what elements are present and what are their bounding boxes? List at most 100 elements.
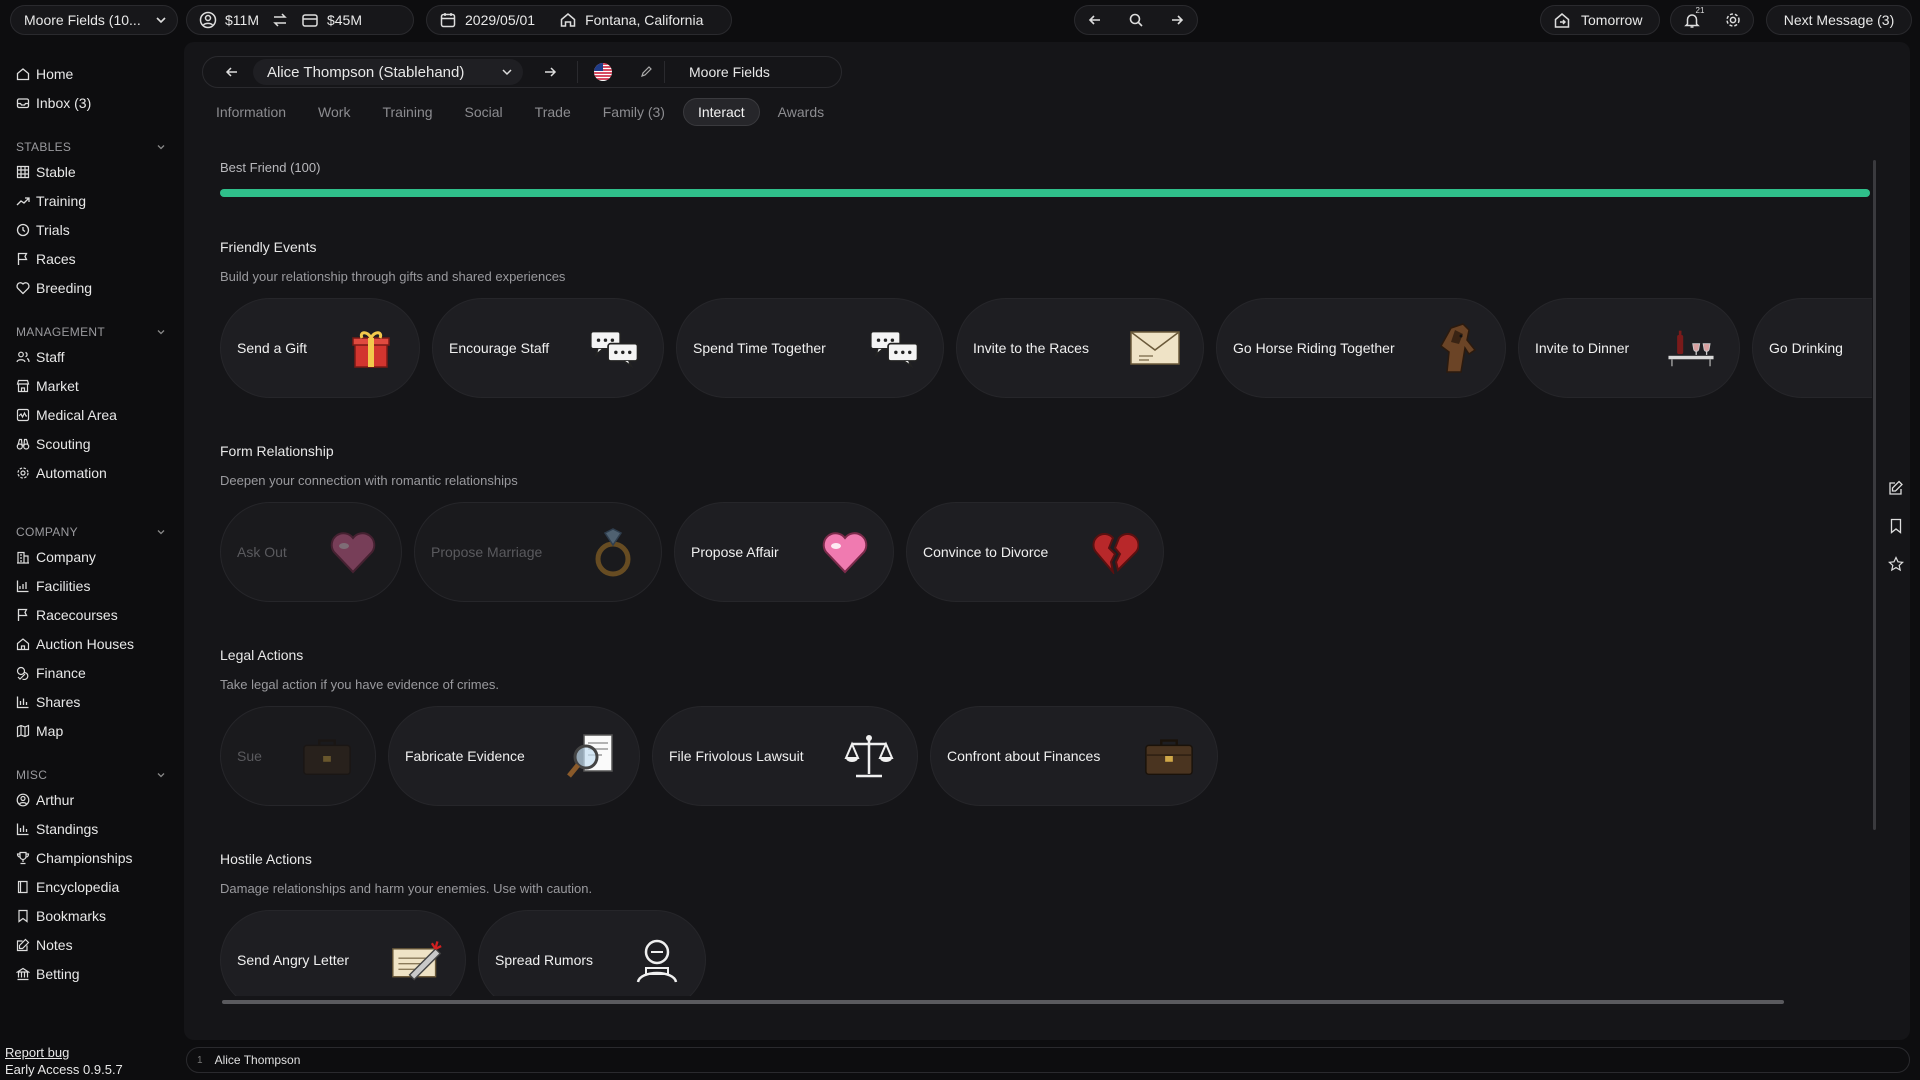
section-stables[interactable]: STABLES: [16, 140, 166, 154]
convince-to-divorce-button[interactable]: Convince to Divorce: [906, 502, 1164, 602]
nav-scouting[interactable]: Scouting: [16, 432, 90, 456]
spend-time-together-button[interactable]: Spend Time Together: [676, 298, 944, 398]
horse-riding-label: Go Horse Riding Together: [1233, 340, 1395, 356]
section-stables-title: STABLES: [16, 140, 72, 154]
wallet-icon: [301, 11, 319, 29]
nav-medical-area[interactable]: Medical Area: [16, 403, 117, 427]
invite-to-dinner-button[interactable]: Invite to Dinner: [1518, 298, 1740, 398]
nav-company-label: Company: [36, 549, 96, 565]
nav-trials[interactable]: Trials: [16, 218, 70, 242]
flag-icon: [16, 252, 30, 266]
bookmark-icon[interactable]: [1885, 518, 1907, 534]
tab-awards[interactable]: Awards: [764, 99, 838, 125]
nav-racecourses[interactable]: Racecourses: [16, 603, 118, 627]
assets-display[interactable]: $45M: [289, 6, 374, 34]
nav-shares[interactable]: Shares: [16, 690, 80, 714]
assets-value: $45M: [326, 12, 363, 28]
tab-training[interactable]: Training: [368, 99, 446, 125]
nav-facilities[interactable]: Facilities: [16, 574, 90, 598]
propose-marriage-button[interactable]: Propose Marriage: [414, 502, 662, 602]
book-icon: [16, 880, 30, 894]
horizontal-scrollbar[interactable]: [222, 1000, 1784, 1004]
cash-display[interactable]: $11M: [187, 6, 271, 34]
friendly-events-row: Send a Gift Encourage Staff Spend Time T…: [220, 298, 1872, 400]
send-angry-letter-label: Send Angry Letter: [237, 952, 350, 968]
bell-icon[interactable]: 21: [1683, 6, 1704, 29]
section-company[interactable]: COMPANY: [16, 525, 166, 539]
date-display[interactable]: 2029/05/01: [427, 6, 547, 34]
tab-trade[interactable]: Trade: [521, 99, 585, 125]
person-select[interactable]: Alice Thompson (Stablehand): [253, 59, 523, 85]
back-arrow-icon[interactable]: [1087, 12, 1103, 28]
status-person-link[interactable]: Alice Thompson: [215, 1053, 301, 1067]
forward-arrow-icon[interactable]: [1169, 12, 1185, 28]
location-display[interactable]: Fontana, California: [547, 6, 715, 34]
nav-stable[interactable]: Stable: [16, 160, 76, 184]
tab-interact[interactable]: Interact: [682, 98, 760, 126]
hostile-actions-row: Send Angry Letter Spread Rumors: [220, 910, 1872, 996]
tab-family[interactable]: Family (3): [589, 99, 679, 125]
nav-automation[interactable]: Automation: [16, 461, 107, 485]
nav-bookmarks[interactable]: Bookmarks: [16, 904, 106, 928]
star-icon[interactable]: [1885, 556, 1907, 572]
search-icon[interactable]: [1128, 12, 1144, 28]
tab-social[interactable]: Social: [451, 99, 517, 125]
prev-person-button[interactable]: [203, 57, 253, 87]
nav-training[interactable]: Training: [16, 189, 86, 213]
users-icon: [16, 350, 30, 364]
save-selector[interactable]: Moore Fields (10...: [10, 5, 178, 35]
encourage-staff-button[interactable]: Encourage Staff: [432, 298, 664, 398]
sue-button[interactable]: Sue: [220, 706, 376, 806]
tab-information[interactable]: Information: [202, 99, 300, 125]
report-bug-link[interactable]: Report bug: [5, 1045, 69, 1060]
nav-arthur[interactable]: Arthur: [16, 788, 74, 812]
edit-note-icon[interactable]: [1885, 480, 1907, 496]
tab-work[interactable]: Work: [304, 99, 364, 125]
gear-icon[interactable]: [1724, 11, 1742, 29]
nav-championships[interactable]: Championships: [16, 846, 133, 870]
next-message-button[interactable]: Next Message (3): [1766, 5, 1912, 35]
send-gift-button[interactable]: Send a Gift: [220, 298, 420, 398]
go-drinking-button[interactable]: Go Drinking: [1752, 298, 1872, 398]
nav-encyclopedia[interactable]: Encyclopedia: [16, 875, 119, 899]
nav-notes[interactable]: Notes: [16, 933, 73, 957]
confront-about-finances-button[interactable]: Confront about Finances: [930, 706, 1218, 806]
legal-actions-desc: Take legal action if you have evidence o…: [220, 677, 499, 692]
transfer-icon[interactable]: [271, 11, 289, 29]
fabricate-evidence-button[interactable]: Fabricate Evidence: [388, 706, 640, 806]
edit-name-button[interactable]: [628, 57, 664, 87]
nav-inbox[interactable]: Inbox (3): [16, 91, 91, 115]
send-angry-letter-button[interactable]: Send Angry Letter: [220, 910, 466, 996]
spread-rumors-button[interactable]: Spread Rumors: [478, 910, 706, 996]
coins-icon: [16, 666, 30, 680]
nav-races[interactable]: Races: [16, 247, 76, 271]
tomorrow-button[interactable]: Tomorrow: [1540, 5, 1660, 35]
nav-breeding[interactable]: Breeding: [16, 276, 92, 300]
file-frivolous-lawsuit-button[interactable]: File Frivolous Lawsuit: [652, 706, 918, 806]
section-management[interactable]: MANAGEMENT: [16, 325, 166, 339]
home-next-icon: [1553, 11, 1573, 29]
nav-map[interactable]: Map: [16, 719, 63, 743]
invite-to-races-button[interactable]: Invite to the Races: [956, 298, 1204, 398]
friendly-events-title: Friendly Events: [220, 239, 317, 255]
confront-about-finances-label: Confront about Finances: [947, 748, 1101, 764]
nav-standings[interactable]: Standings: [16, 817, 98, 841]
company-link[interactable]: Moore Fields: [665, 57, 794, 87]
ask-out-button[interactable]: Ask Out: [220, 502, 402, 602]
nav-home[interactable]: Home: [16, 62, 73, 86]
nav-staff[interactable]: Staff: [16, 345, 65, 369]
hostile-actions-desc: Damage relationships and harm your enemi…: [220, 881, 593, 896]
encourage-staff-label: Encourage Staff: [449, 340, 550, 356]
propose-affair-button[interactable]: Propose Affair: [674, 502, 894, 602]
next-person-button[interactable]: [523, 57, 577, 87]
nav-auction-houses[interactable]: Auction Houses: [16, 632, 134, 656]
horse-riding-button[interactable]: Go Horse Riding Together: [1216, 298, 1506, 398]
nav-finance[interactable]: Finance: [16, 661, 86, 685]
finance-pill: $11M $45M: [186, 5, 414, 35]
nav-market[interactable]: Market: [16, 374, 79, 398]
nav-company[interactable]: Company: [16, 545, 96, 569]
section-misc[interactable]: MISC: [16, 768, 166, 782]
nav-betting[interactable]: Betting: [16, 962, 80, 986]
propose-marriage-label: Propose Marriage: [431, 544, 543, 560]
vertical-scrollbar[interactable]: [1873, 160, 1876, 830]
